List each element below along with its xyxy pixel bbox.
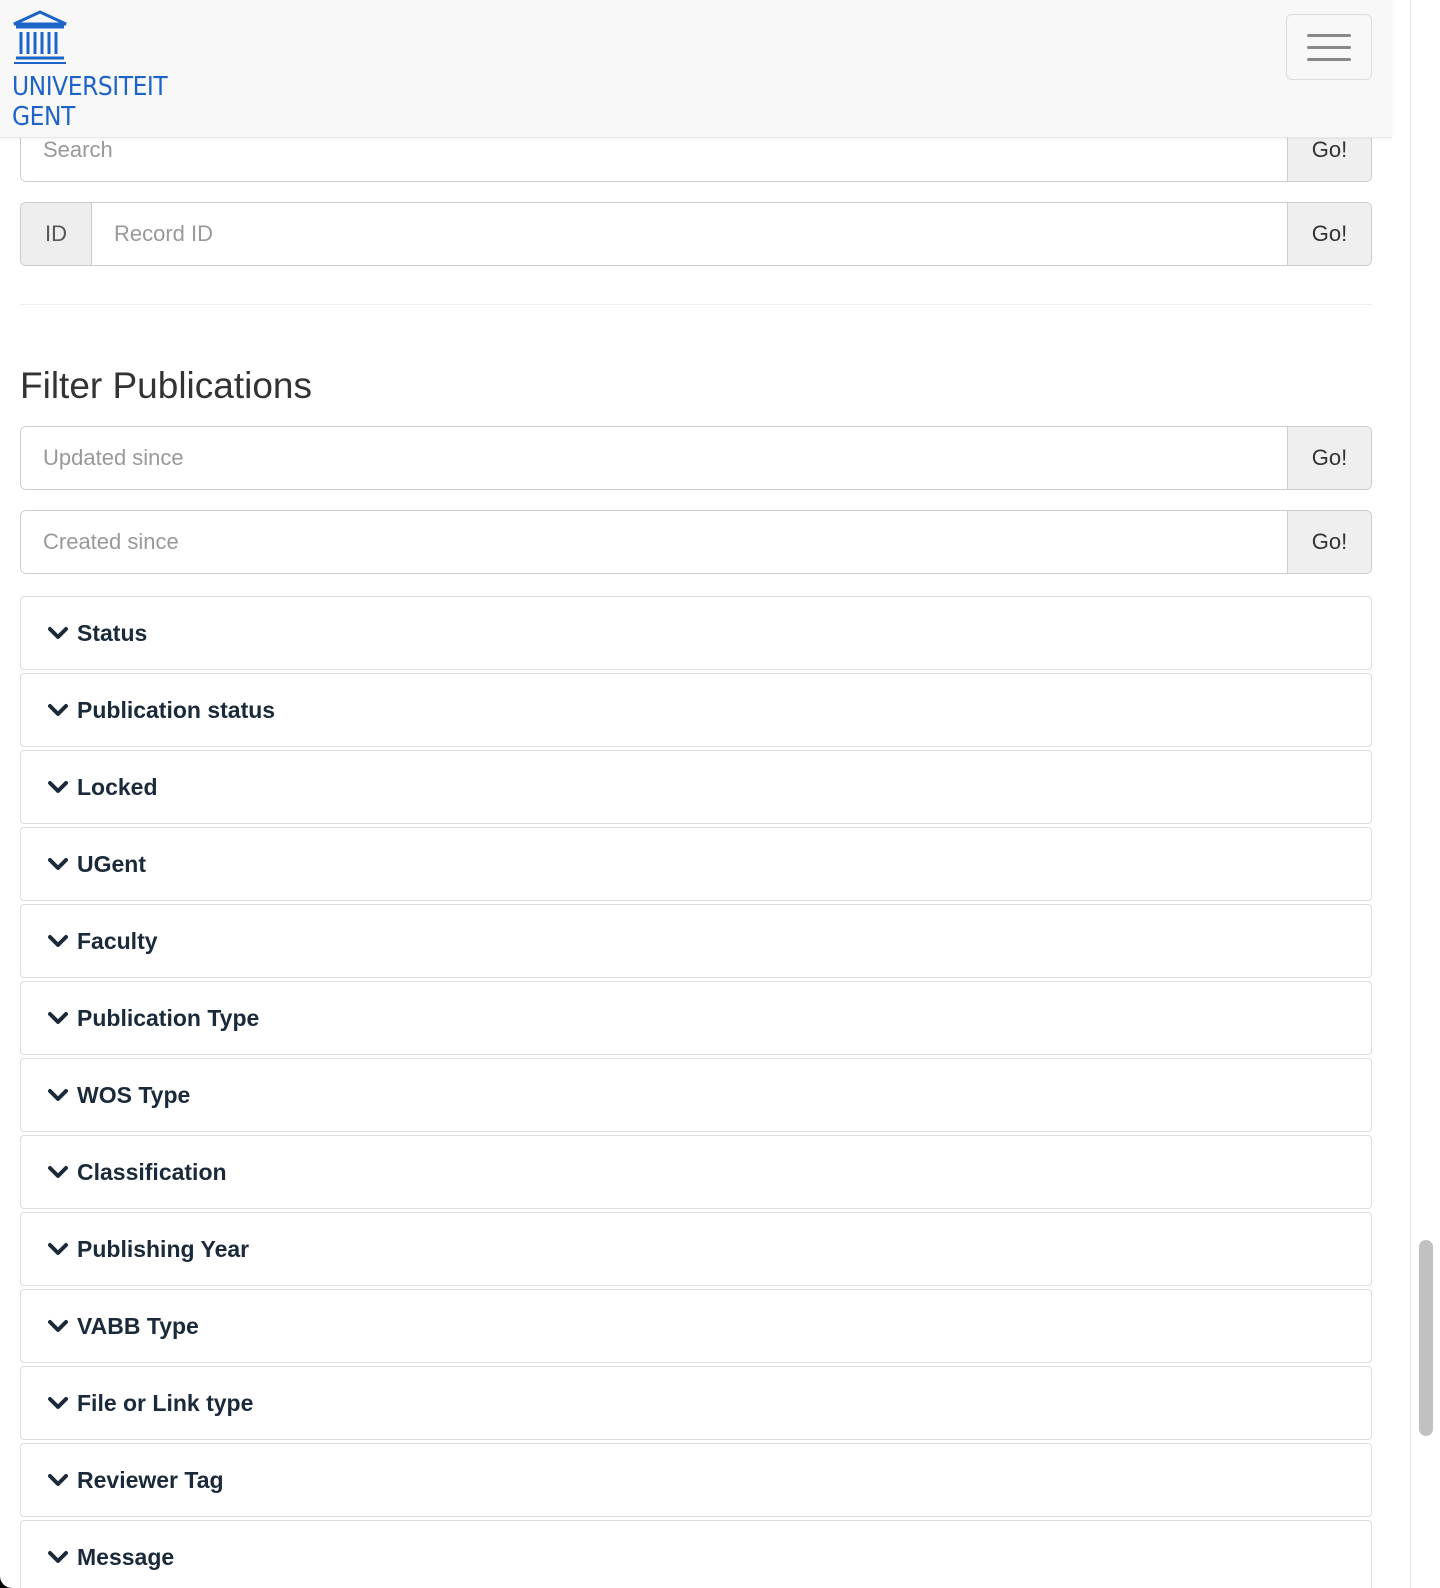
facet-panel[interactable]: UGent — [20, 827, 1372, 901]
facet-title: Locked — [77, 773, 158, 800]
facet-title: Message — [77, 1543, 175, 1570]
logo-text: UNIVERSITEIT GENT — [12, 72, 168, 132]
facet-panel[interactable]: WOS Type — [20, 1058, 1372, 1132]
updated-since-input[interactable] — [21, 427, 1287, 489]
updated-since-group: Go! — [20, 426, 1372, 490]
record-id-addon: ID — [21, 203, 92, 265]
chevron-down-icon — [48, 1089, 68, 1101]
chevron-down-icon — [48, 1474, 68, 1486]
scrollbar[interactable] — [1410, 0, 1440, 1588]
section-divider — [20, 304, 1372, 305]
facet-title: Publishing Year — [77, 1235, 250, 1262]
logo-line-2: GENT — [12, 102, 75, 132]
facet-panel[interactable]: Classification — [20, 1135, 1372, 1209]
facet-panel[interactable]: Faculty — [20, 904, 1372, 978]
hamburger-icon-bar — [1307, 45, 1351, 49]
record-id-input[interactable] — [92, 203, 1287, 265]
facet-title: WOS Type — [77, 1081, 191, 1108]
facet-panel[interactable]: VABB Type — [20, 1289, 1372, 1363]
created-since-input[interactable] — [21, 511, 1287, 573]
facet-title: UGent — [77, 850, 146, 877]
chevron-down-icon — [48, 1166, 68, 1178]
facet-title: Classification — [77, 1158, 227, 1185]
facet-panel[interactable]: Publication Type — [20, 981, 1372, 1055]
updated-since-go-button[interactable]: Go! — [1287, 427, 1371, 489]
hamburger-icon — [1307, 33, 1351, 37]
university-building-icon — [13, 10, 67, 64]
record-id-group: ID Go! — [20, 202, 1372, 266]
chevron-down-icon — [48, 1012, 68, 1024]
created-since-go-button[interactable]: Go! — [1287, 511, 1371, 573]
facet-panel[interactable]: Publishing Year — [20, 1212, 1372, 1286]
scrollbar-thumb[interactable] — [1419, 1240, 1433, 1436]
facet-panel[interactable]: File or Link type — [20, 1366, 1372, 1440]
facet-panel[interactable]: Reviewer Tag — [20, 1443, 1372, 1517]
chevron-down-icon — [48, 1320, 68, 1332]
facet-title: File or Link type — [77, 1389, 254, 1416]
logo-line-1: UNIVERSITEIT — [12, 72, 168, 102]
facet-panel[interactable]: Message — [20, 1520, 1372, 1588]
chevron-down-icon — [48, 704, 68, 716]
facet-title: Publication status — [77, 696, 276, 723]
facet-title: Status — [77, 619, 148, 646]
record-id-go-button[interactable]: Go! — [1287, 203, 1371, 265]
chevron-down-icon — [48, 627, 68, 639]
chevron-down-icon — [48, 781, 68, 793]
facet-panel[interactable]: Locked — [20, 750, 1372, 824]
facet-title: Publication Type — [77, 1004, 260, 1031]
chevron-down-icon — [48, 1243, 68, 1255]
facet-title: Reviewer Tag — [77, 1466, 224, 1493]
chevron-down-icon — [48, 858, 68, 870]
menu-toggle-button[interactable] — [1286, 14, 1372, 80]
filter-heading: Filter Publications — [20, 365, 313, 406]
facet-panel[interactable]: Status — [20, 596, 1372, 670]
page-viewport: Go! ID Go! Filter Publications Go! Go! S… — [0, 0, 1422, 1588]
chevron-down-icon — [48, 1551, 68, 1563]
chevron-down-icon — [48, 1397, 68, 1409]
hamburger-icon-bar — [1307, 57, 1351, 61]
top-navbar: UNIVERSITEIT GENT — [0, 0, 1392, 138]
facet-title: Faculty — [77, 927, 158, 954]
chevron-down-icon — [48, 935, 68, 947]
facet-panel[interactable]: Publication status — [20, 673, 1372, 747]
ugent-logo[interactable]: UNIVERSITEIT GENT — [12, 10, 182, 134]
facet-title: VABB Type — [77, 1312, 199, 1339]
created-since-group: Go! — [20, 510, 1372, 574]
